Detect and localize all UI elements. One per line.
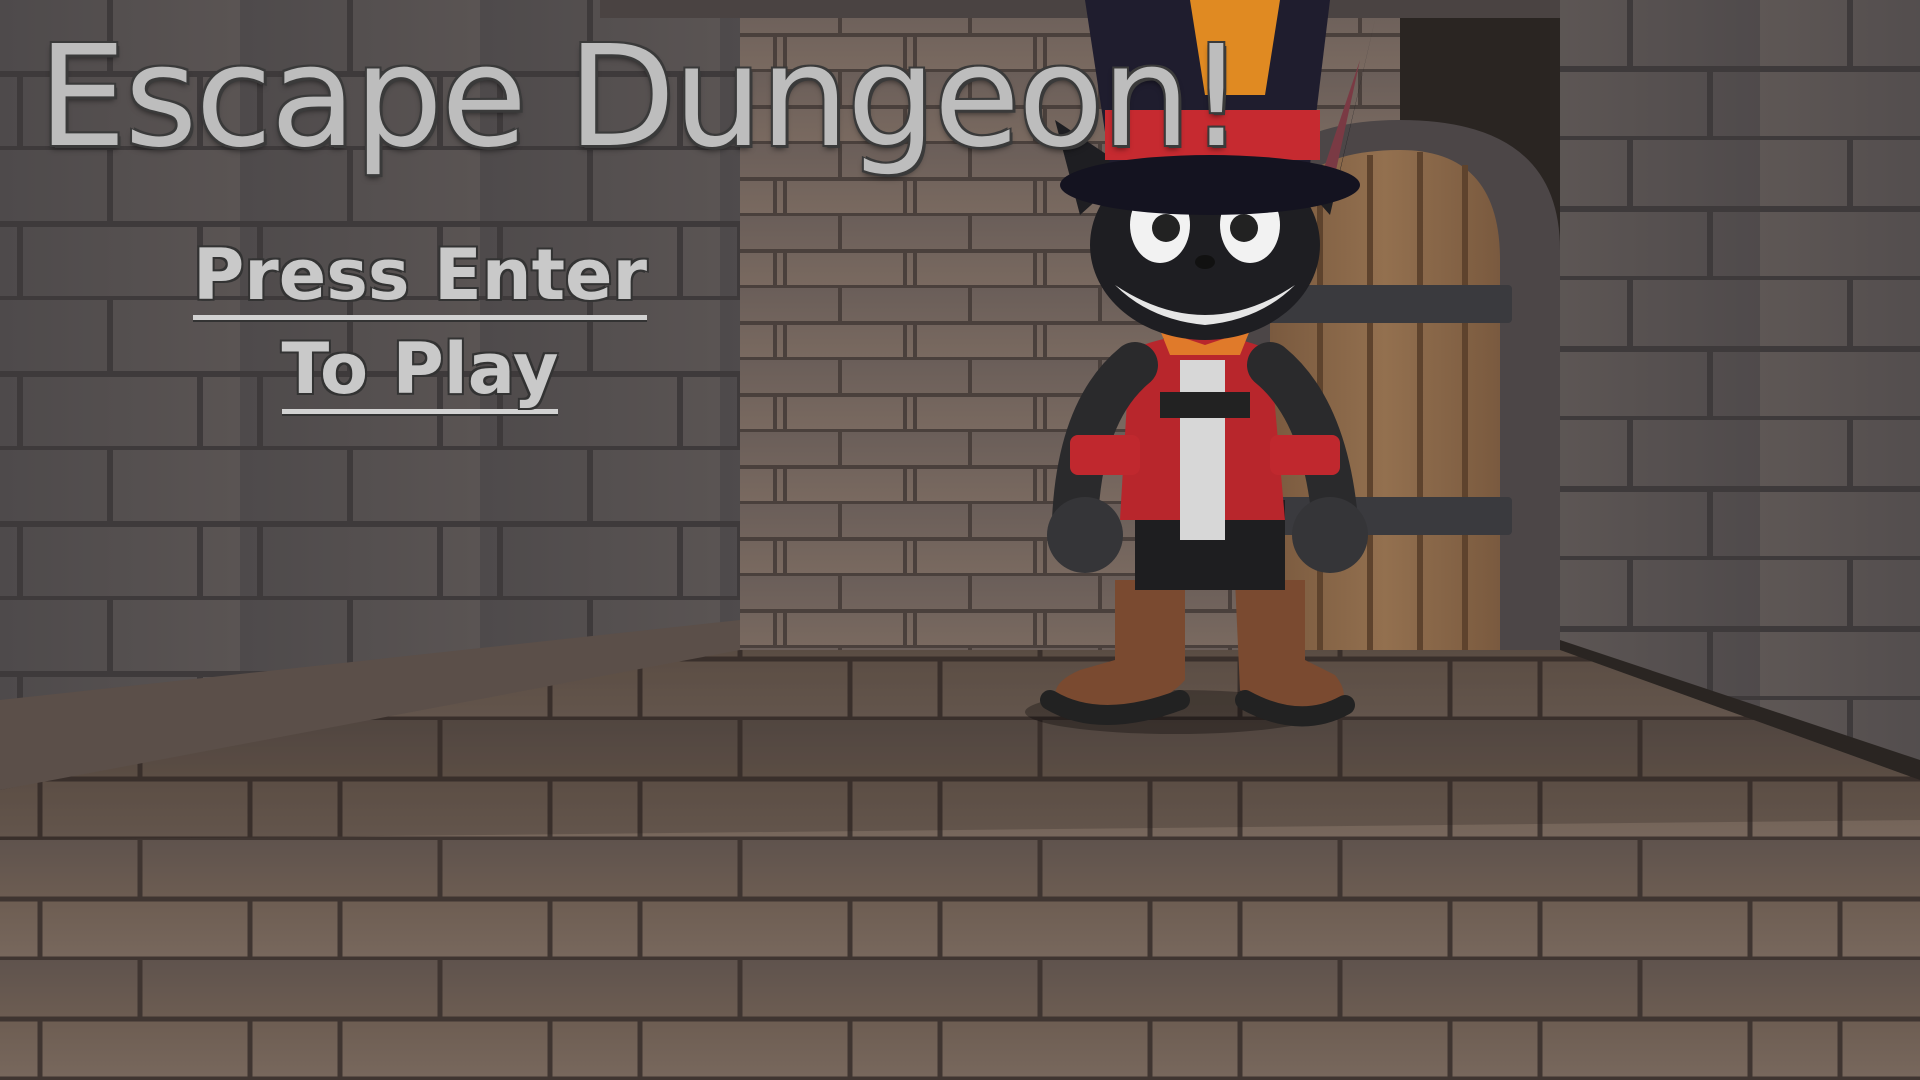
coat-front — [1180, 360, 1225, 540]
press-enter-prompt[interactable]: Press Enter To Play — [180, 228, 660, 416]
left-cuff — [1070, 435, 1140, 475]
left-glove — [1047, 497, 1123, 573]
prompt-line-2-text: To Play — [281, 329, 559, 414]
title-screen: Escape Dungeon! Press Enter To Play — [0, 0, 1920, 1080]
game-title: Escape Dungeon! — [38, 16, 1244, 179]
prompt-line-1-text: Press Enter — [192, 235, 648, 320]
belt — [1160, 392, 1250, 418]
nose — [1195, 255, 1215, 269]
right-cuff — [1270, 435, 1340, 475]
left-pupil — [1152, 214, 1180, 242]
right-wall — [1560, 0, 1920, 760]
right-pupil — [1230, 214, 1258, 242]
prompt-line-1: Press Enter — [180, 228, 660, 322]
prompt-line-2: To Play — [180, 322, 660, 416]
right-glove — [1292, 497, 1368, 573]
